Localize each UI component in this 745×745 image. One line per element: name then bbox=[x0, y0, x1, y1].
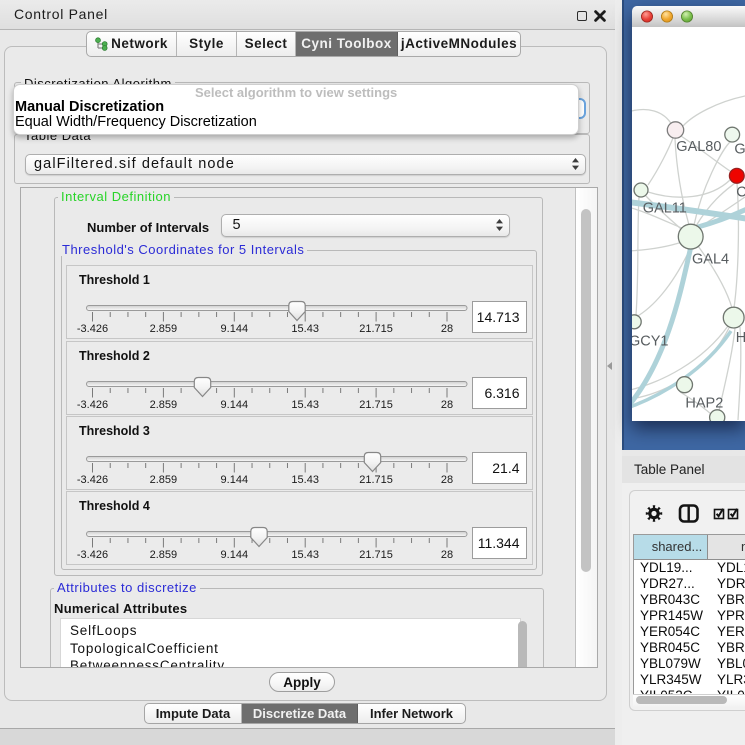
svg-text:GAL4: GAL4 bbox=[692, 251, 729, 267]
svg-text:G.: G. bbox=[734, 142, 745, 158]
svg-text:GCY1: GCY1 bbox=[632, 333, 669, 349]
svg-text:H: H bbox=[736, 330, 745, 346]
svg-text:GAL11: GAL11 bbox=[643, 201, 687, 217]
svg-text:C: C bbox=[736, 185, 745, 201]
svg-text:GAL80: GAL80 bbox=[676, 139, 721, 155]
svg-text:HAP2: HAP2 bbox=[685, 395, 723, 411]
